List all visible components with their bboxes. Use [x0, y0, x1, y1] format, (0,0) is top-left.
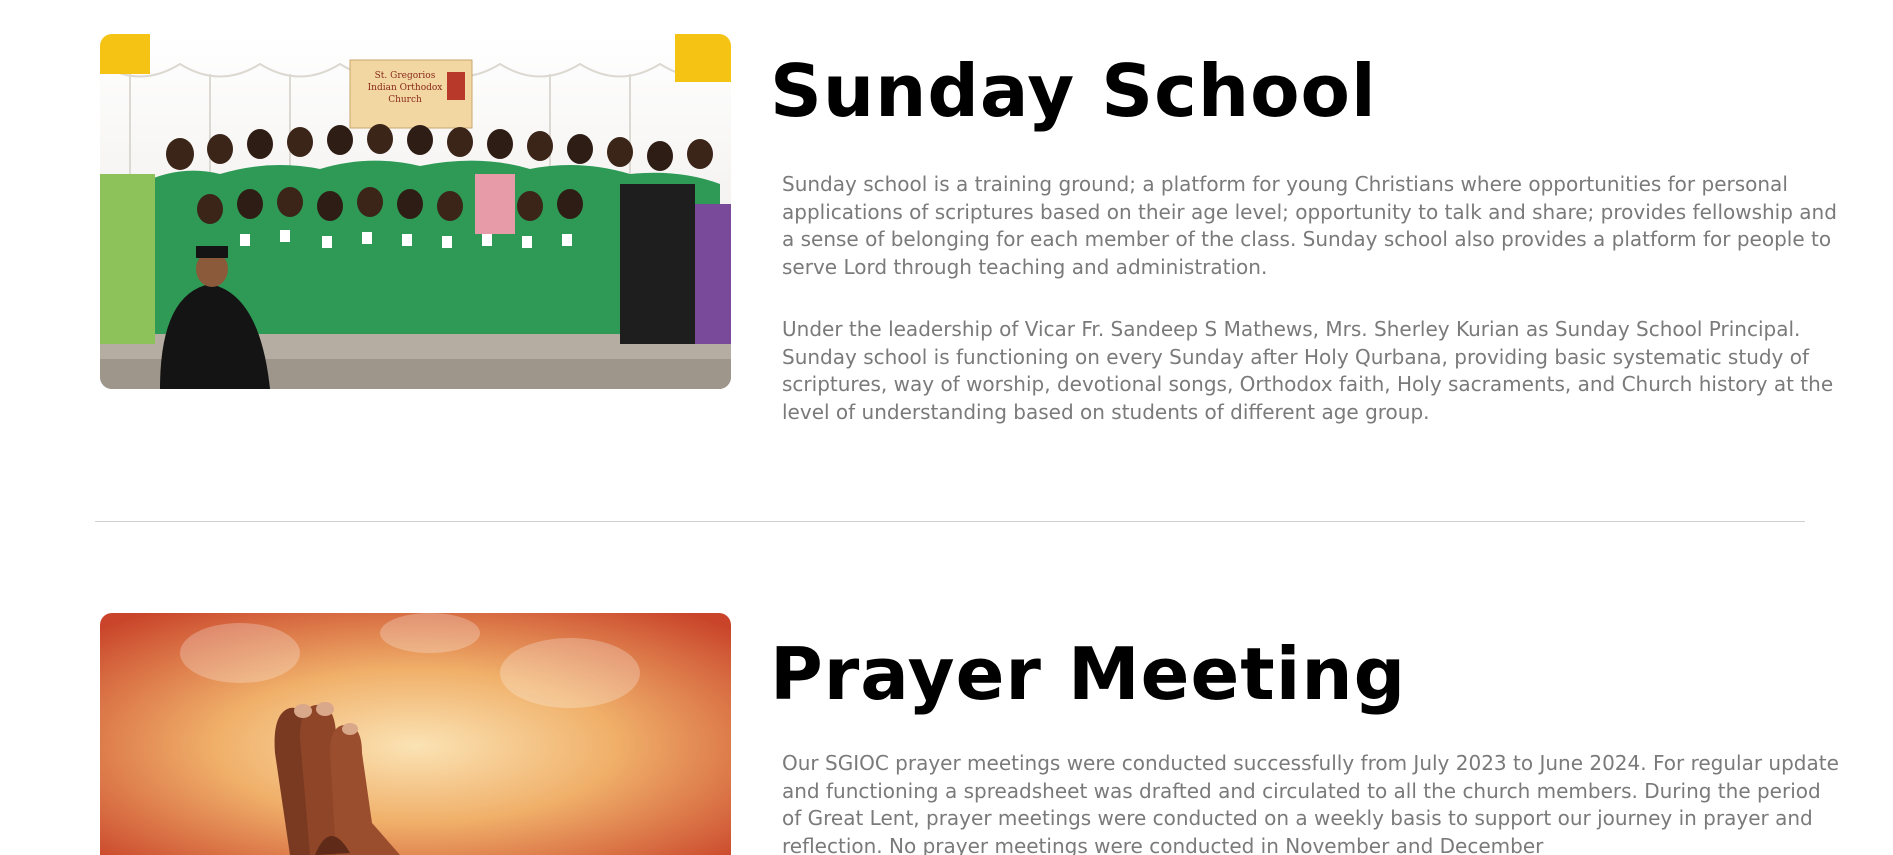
left-flag: [100, 34, 150, 74]
sunday-school-photo: St. Gregorios Indian Orthodox Church: [100, 34, 731, 389]
sunday-school-group-photo-illustration: St. Gregorios Indian Orthodox Church: [100, 34, 731, 389]
sunday-school-title: Sunday School: [770, 49, 1377, 133]
banner-line-1: St. Gregorios: [375, 71, 436, 81]
praying-hands-icon: [100, 613, 731, 855]
sunday-school-paragraph-2: Under the leadership of Vicar Fr. Sandee…: [782, 317, 1834, 424]
prayer-meeting-section: Prayer Meeting Our SGIOC prayer meetings…: [0, 522, 1893, 855]
priest-cap: [196, 246, 228, 258]
banner-line-3: Church: [388, 95, 422, 105]
prayer-meeting-paragraph-1: Our SGIOC prayer meetings were conducted…: [782, 751, 1839, 855]
elder-pink-robe: [475, 174, 515, 234]
prayer-meeting-photo: [100, 613, 731, 855]
adult-left-dress: [100, 174, 155, 344]
banner-line-2: Indian Orthodox: [368, 83, 443, 93]
banner-icon: [447, 72, 465, 100]
sunday-school-paragraph-1: Sunday school is a training ground; a pl…: [782, 172, 1837, 279]
adult-right-dress: [620, 184, 695, 344]
adult-far-right-dress: [695, 204, 731, 344]
prayer-meeting-title: Prayer Meeting: [770, 632, 1407, 716]
right-flag: [675, 34, 731, 82]
sunday-school-section: St. Gregorios Indian Orthodox Church Sun…: [0, 0, 1893, 520]
